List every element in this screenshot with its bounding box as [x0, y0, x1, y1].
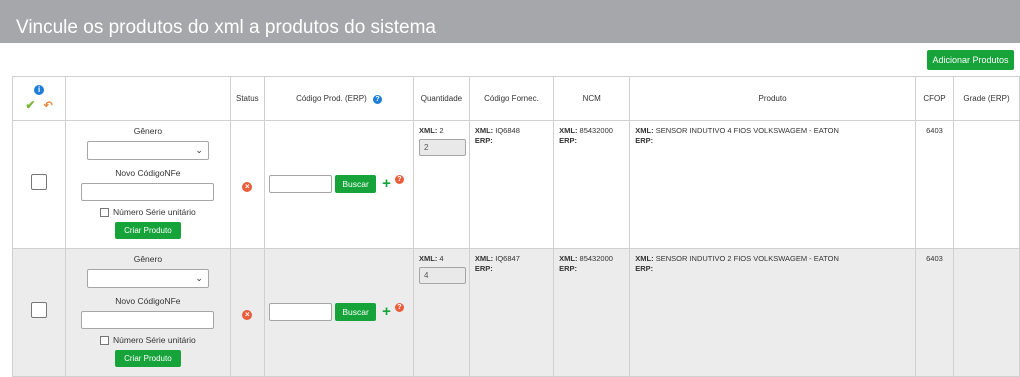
produto-xml-value: SENSOR INDUTIVO 2 FIOS VOLKSWAGEM - EATO… [655, 254, 839, 263]
novo-codigo-input[interactable] [81, 311, 215, 329]
column-header-codigo-erp: Código Prod. (ERP) ? [264, 76, 414, 121]
produto-cell: XML: SENSOR INDUTIVO 2 FIOS VOLKSWAGEM -… [629, 248, 916, 377]
create-product-cell: Gênero ⌄ Novo CódigoNFe Número Série uni… [65, 120, 231, 249]
produto-erp-prefix: ERP: [635, 136, 654, 145]
produto-xml-value: SENSOR INDUTIVO 4 FIOS VOLKSWAGEM - EATO… [655, 126, 839, 135]
column-header-produto: Produto [629, 76, 916, 121]
quantity-input[interactable]: 2 [418, 139, 466, 156]
row-select-cell [11, 248, 67, 377]
grade-erp-cell [953, 248, 1020, 377]
row-checkbox[interactable] [31, 302, 48, 318]
numero-serie-label: Número Série unitário [113, 335, 196, 345]
numero-serie-label: Número Série unitário [113, 207, 196, 217]
undo-icon[interactable]: ↶ [44, 100, 53, 112]
qty-xml-prefix: XML: [418, 126, 438, 135]
help-icon[interactable]: ? [394, 175, 404, 185]
column-header-ncm: NCM [553, 76, 631, 121]
product-link-table: i ✔ ↶ Status Código Prod. (ERP) ? Quanti… [11, 76, 1020, 377]
page-header: Vincule os produtos do xml a produtos do… [0, 0, 1020, 43]
column-header-quantidade: Quantidade [412, 76, 470, 121]
fornec-xml-value: IQ6848 [495, 126, 520, 135]
genero-select[interactable]: ⌄ [86, 141, 209, 160]
fornec-erp-prefix: ERP: [474, 264, 493, 273]
cfop-cell: 6403 [914, 120, 955, 249]
remove-icon[interactable]: × [242, 181, 253, 192]
create-product-cell: Gênero ⌄ Novo CódigoNFe Número Série uni… [65, 248, 231, 377]
plus-icon[interactable]: + [382, 304, 391, 319]
status-cell: × [229, 120, 266, 249]
grade-erp-cell [953, 120, 1020, 249]
genero-label: Gênero [133, 126, 163, 136]
codigo-erp-cell: Buscar +? [264, 120, 414, 249]
fornec-erp-prefix: ERP: [474, 136, 493, 145]
row-select-cell [11, 120, 67, 249]
help-icon[interactable]: ? [394, 303, 404, 313]
ncm-erp-prefix: ERP: [559, 136, 578, 145]
page-title: Vincule os produtos do xml a produtos do… [16, 17, 436, 38]
qty-xml-value: 4 [439, 254, 444, 263]
qty-xml-value: 2 [439, 126, 444, 135]
ncm-xml-prefix: XML: [559, 126, 578, 135]
status-cell: × [229, 248, 266, 377]
header-blank [65, 76, 231, 121]
quantidade-cell: XML: 2 2 [412, 120, 470, 249]
novo-codigo-label: Novo CódigoNFe [115, 168, 181, 178]
genero-label: Gênero [133, 254, 163, 264]
quantidade-cell: XML: 4 4 [412, 248, 470, 377]
remove-icon[interactable]: × [242, 309, 253, 320]
table-row: Gênero ⌄ Novo CódigoNFe Número Série uni… [11, 120, 1020, 249]
quantity-input[interactable]: 4 [418, 267, 466, 284]
header-actions-cell: i ✔ ↶ [11, 76, 67, 121]
ncm-xml-value: 85432000 [579, 126, 613, 135]
genero-select[interactable]: ⌄ [86, 269, 209, 288]
search-button[interactable]: Buscar [335, 175, 377, 194]
cfop-value: 6403 [926, 254, 943, 263]
numero-serie-checkbox[interactable] [100, 336, 110, 346]
fornec-xml-value: IQ6847 [495, 254, 520, 263]
column-header-codigo-fornec: Código Fornec. [468, 76, 555, 121]
table-header-row: i ✔ ↶ Status Código Prod. (ERP) ? Quanti… [11, 76, 1020, 121]
codigo-fornec-cell: XML: IQ6848 ERP: [468, 120, 555, 249]
add-products-button[interactable]: Adicionar Produtos [927, 50, 1014, 70]
column-header-status: Status [229, 76, 266, 121]
column-header-grade-erp: Grade (ERP) [953, 76, 1020, 121]
ncm-cell: XML: 85432000 ERP: [553, 120, 631, 249]
check-all-icon[interactable]: ✔ [25, 98, 35, 112]
search-button[interactable]: Buscar [335, 303, 377, 322]
produto-xml-prefix: XML: [635, 254, 654, 263]
help-icon[interactable]: ? [373, 94, 382, 104]
numero-serie-checkbox[interactable] [100, 208, 110, 218]
create-product-button[interactable]: Criar Produto [114, 350, 181, 368]
column-header-cfop: CFOP [914, 76, 955, 121]
codigo-erp-input[interactable] [269, 303, 333, 322]
numero-serie-option: Número Série unitário [66, 335, 229, 346]
chevron-down-icon: ⌄ [195, 145, 203, 155]
ncm-erp-prefix: ERP: [559, 264, 578, 273]
chevron-down-icon: ⌄ [195, 273, 203, 283]
ncm-xml-value: 85432000 [579, 254, 613, 263]
qty-xml-prefix: XML: [418, 254, 438, 263]
ncm-xml-prefix: XML: [559, 254, 578, 263]
column-header-codigo-erp-label: Código Prod. (ERP) [296, 93, 367, 103]
cfop-cell: 6403 [914, 248, 955, 377]
create-product-button[interactable]: Criar Produto [114, 222, 181, 240]
plus-icon[interactable]: + [382, 176, 391, 191]
info-icon[interactable]: i [34, 85, 45, 95]
codigo-fornec-cell: XML: IQ6847 ERP: [468, 248, 555, 377]
fornec-xml-prefix: XML: [474, 126, 494, 135]
ncm-cell: XML: 85432000 ERP: [553, 248, 631, 377]
table-row: Gênero ⌄ Novo CódigoNFe Número Série uni… [11, 248, 1020, 377]
novo-codigo-input[interactable] [81, 183, 215, 201]
produto-cell: XML: SENSOR INDUTIVO 4 FIOS VOLKSWAGEM -… [629, 120, 916, 249]
numero-serie-option: Número Série unitário [66, 207, 229, 218]
novo-codigo-label: Novo CódigoNFe [115, 296, 181, 306]
produto-erp-prefix: ERP: [635, 264, 654, 273]
codigo-erp-cell: Buscar +? [264, 248, 414, 377]
cfop-value: 6403 [926, 126, 943, 135]
produto-xml-prefix: XML: [635, 126, 654, 135]
fornec-xml-prefix: XML: [474, 254, 494, 263]
codigo-erp-input[interactable] [269, 175, 333, 194]
row-checkbox[interactable] [31, 174, 48, 190]
